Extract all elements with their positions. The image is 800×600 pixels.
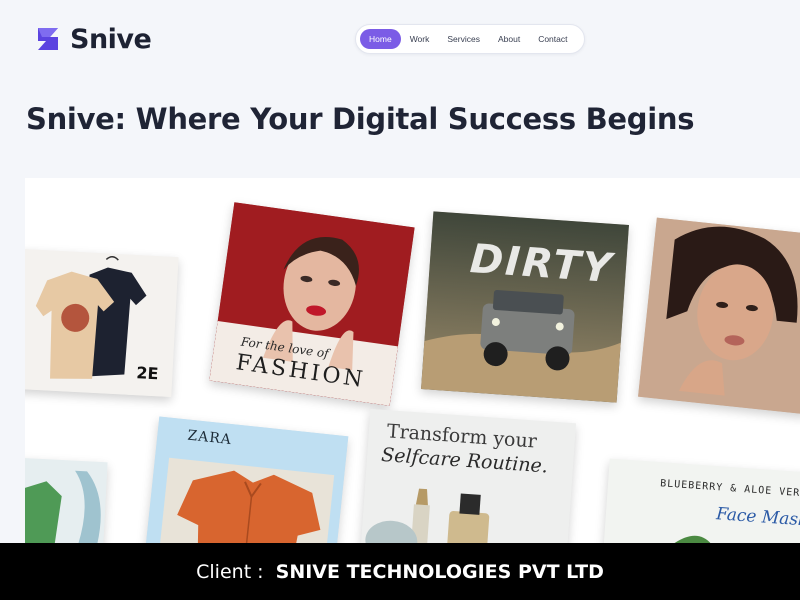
portfolio-tile-green-shirt[interactable] xyxy=(25,457,108,544)
portfolio-tile-orange-shirt[interactable]: ZARA xyxy=(143,416,349,544)
portfolio-tile-face-mask[interactable]: BLUEBERRY & ALOE VER Face Mask xyxy=(600,458,800,544)
portfolio-tile-tshirts[interactable]: 2E xyxy=(25,248,179,398)
portfolio-tile-beauty[interactable] xyxy=(638,217,800,415)
brand-logo[interactable]: Snive xyxy=(34,23,152,55)
face-mask-image xyxy=(600,458,800,544)
client-banner: Client : SNIVE TECHNOLOGIES PVT LTD xyxy=(0,543,800,600)
client-name: SNIVE TECHNOLOGIES PVT LTD xyxy=(275,560,604,583)
beauty-portrait-image xyxy=(638,217,800,415)
main-nav: Home Work Services About Contact xyxy=(355,24,585,54)
client-label: Client : xyxy=(196,560,270,583)
site-header: Snive Home Work Services About Contact xyxy=(0,0,800,80)
nav-item-contact[interactable]: Contact xyxy=(529,29,576,49)
portfolio-tile-selfcare[interactable]: Transform your Selfcare Routine. xyxy=(360,408,576,544)
tshirt-caption: 2E xyxy=(135,363,159,384)
snive-logo-icon xyxy=(38,28,58,50)
nav-item-about[interactable]: About xyxy=(489,29,529,49)
nav-item-home[interactable]: Home xyxy=(360,29,401,49)
hero-title: Snive: Where Your Digital Success Begins xyxy=(26,102,695,136)
portfolio-tile-fashion[interactable]: For the love of FASHION xyxy=(209,202,415,406)
nav-item-services[interactable]: Services xyxy=(438,29,489,49)
orange-shirt-image xyxy=(143,416,349,544)
green-shirt-image xyxy=(25,457,108,544)
brand-name: Snive xyxy=(70,23,152,55)
nav-item-work[interactable]: Work xyxy=(401,29,439,49)
portfolio-tile-jeep[interactable]: DIRTY xyxy=(421,211,629,403)
portfolio-gallery: 2E For the love of FASHION DIRTY ZARA Tr… xyxy=(25,178,800,544)
